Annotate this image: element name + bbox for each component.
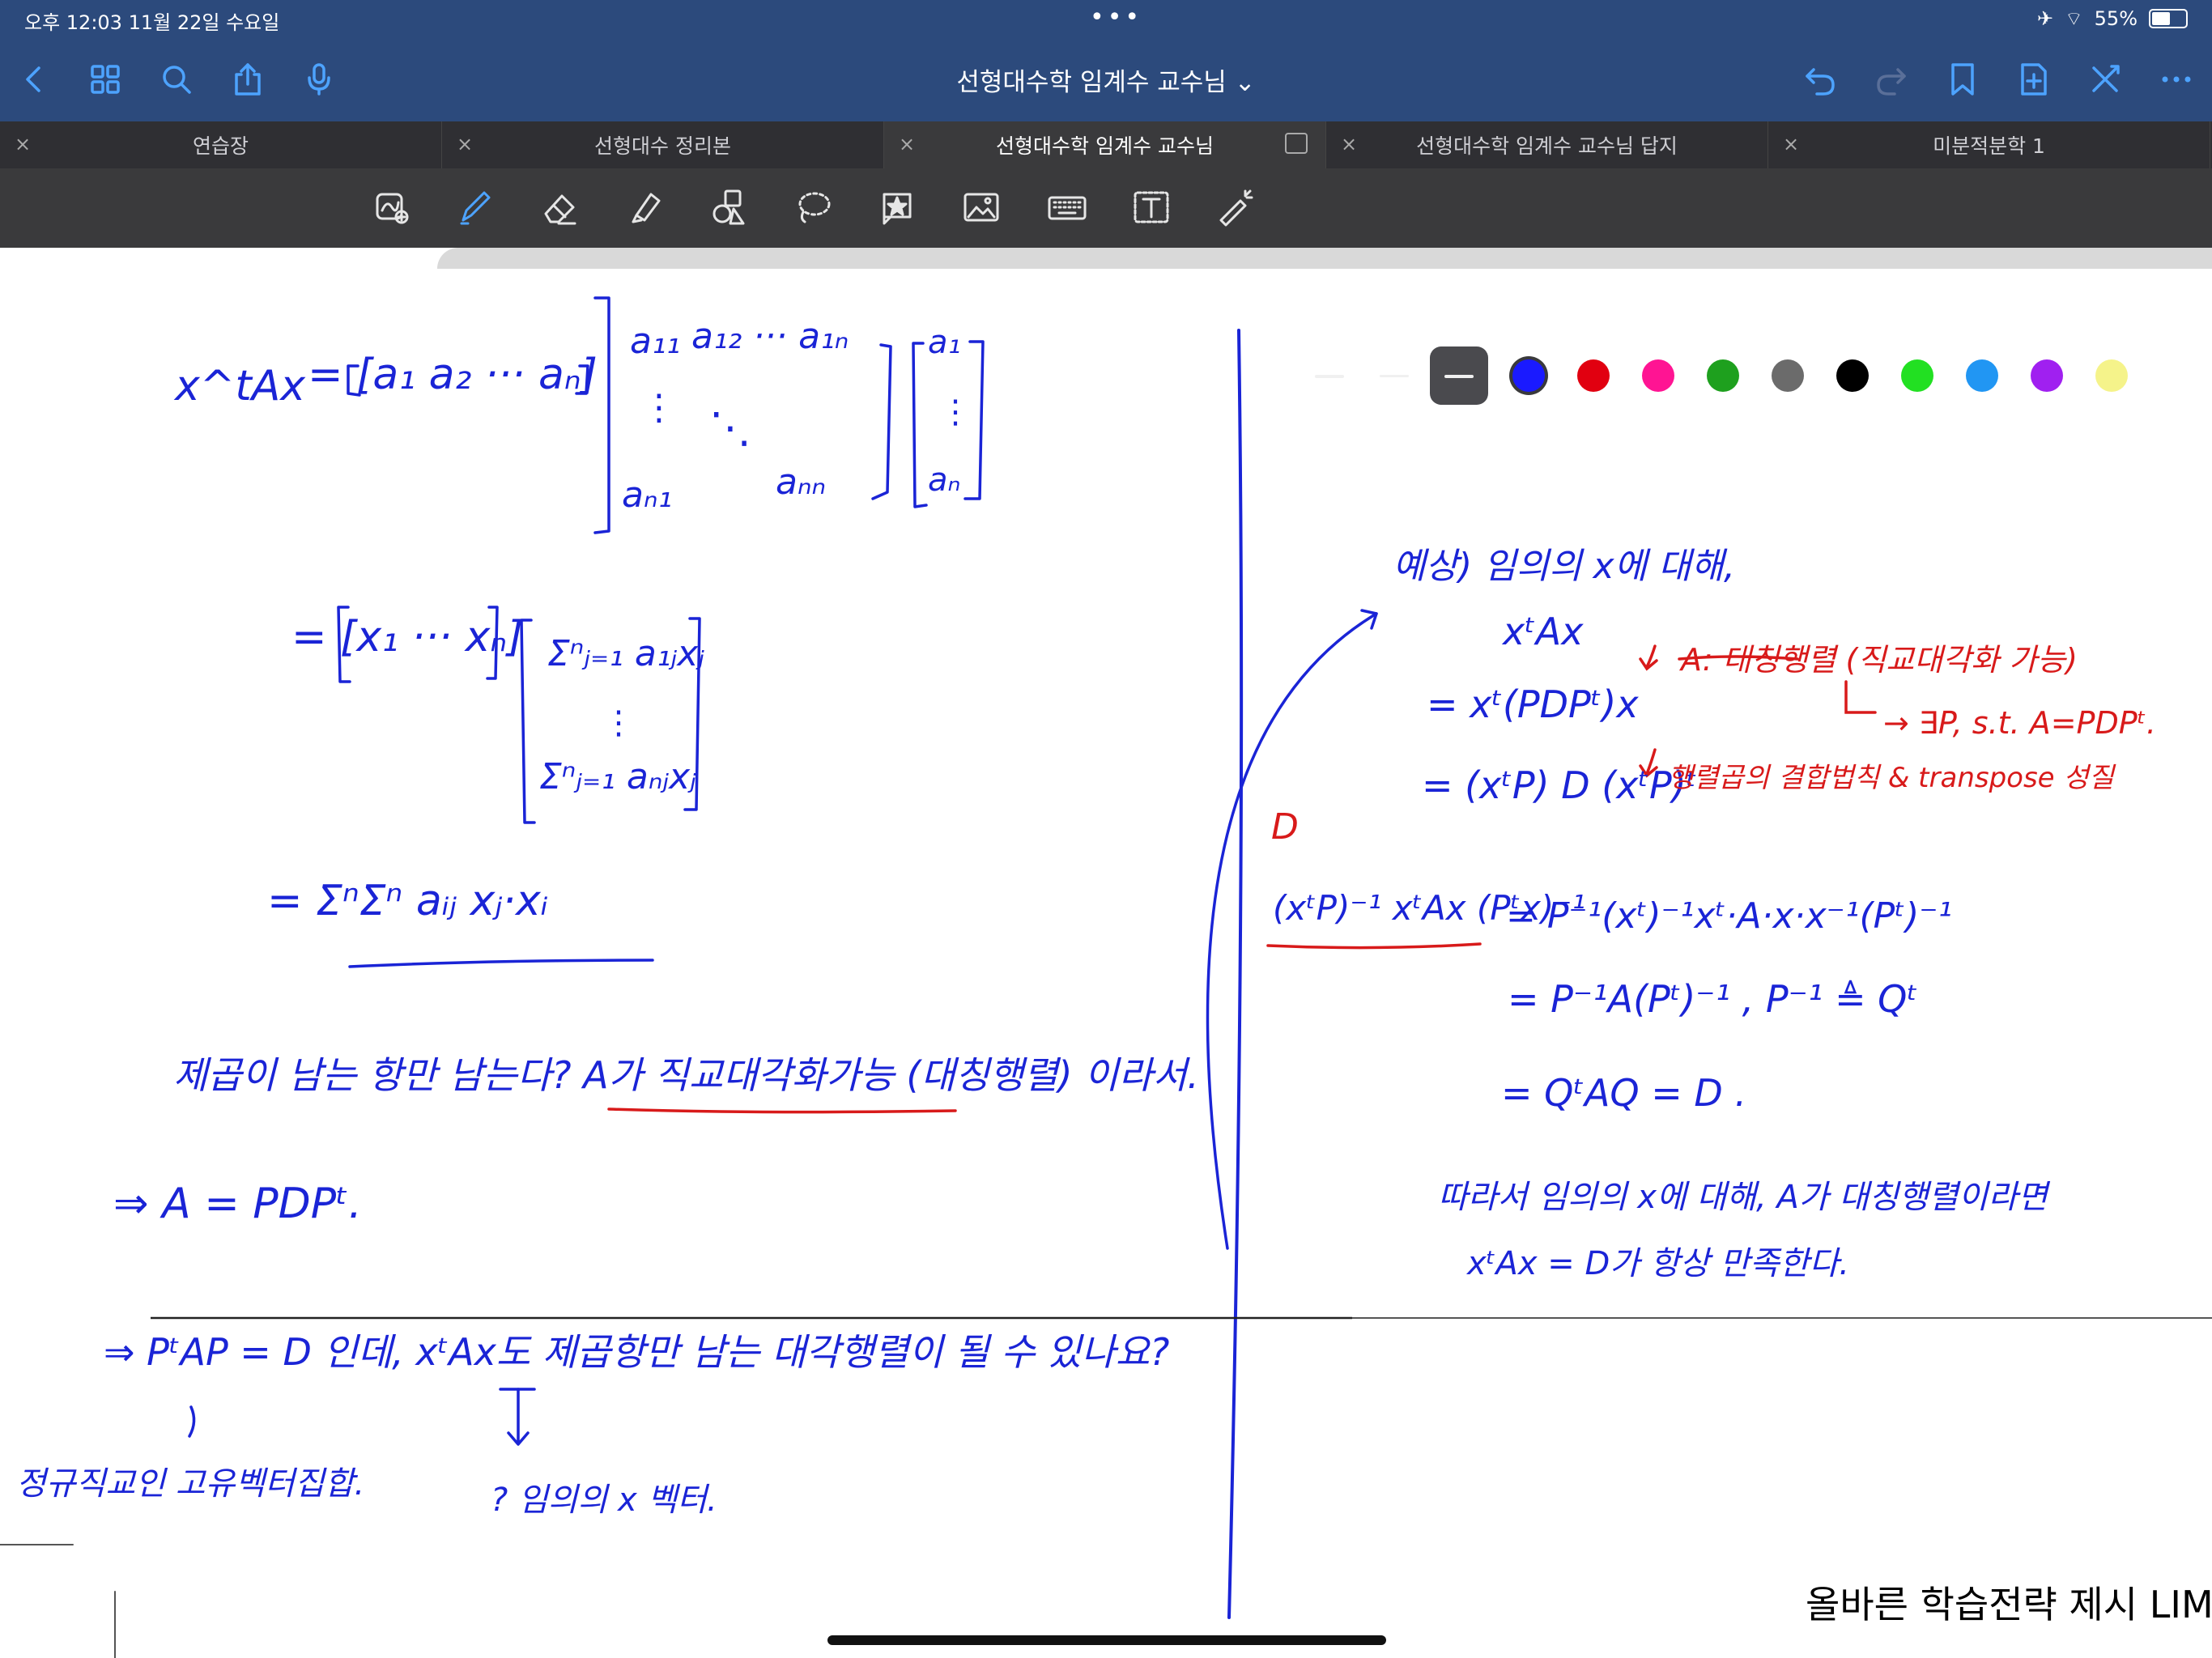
red-note-associative: 행렬곱의 결합법칙 & transpose 성질 [1668,762,2116,794]
matrix-bracket [871,343,892,500]
matrix-ann: aₙₙ [776,461,826,503]
image-tool-icon[interactable] [957,183,1006,232]
matrix-an1: aₙ₁ [622,474,672,516]
tab-close-icon[interactable]: × [1341,133,1357,155]
right-line2: = xᵗ(PDPᵗ)x [1427,682,1639,726]
eraser-tool-icon[interactable] [536,183,585,232]
red-underline [607,1107,957,1114]
wifi-icon: ⌔ [2065,7,2083,30]
tab-close-icon[interactable]: × [1783,133,1799,155]
shapes-tool-icon[interactable] [704,183,753,232]
shape-recognition-icon[interactable] [368,183,416,232]
status-bar: 오후 12:03 11월 22일 수요일 ••• ✈ ⌔ 55% [0,0,2212,37]
eq2-top-sum: Σⁿⱼ₌₁ a₁ⱼxⱼ [547,633,704,674]
app-chrome: 오후 12:03 11월 22일 수요일 ••• ✈ ⌔ 55% 선형대수학 임… [0,0,2212,405]
battery-icon [2149,9,2188,28]
status-right: ✈ ⌔ 55% [2037,6,2188,31]
laser-pointer-icon[interactable] [1211,183,1260,232]
keyboard-tool-icon[interactable] [1043,183,1091,232]
matrix-a12: a₁₂ ··· a₁ₙ [691,316,849,357]
right-conclusion-1: 따라서 임의의 x에 대해, A가 대칭행렬이라면 [1438,1179,2051,1216]
red-arrow [1844,680,1877,714]
right-line5: = P⁻¹A(Pᵗ)⁻¹ , P⁻¹ ≜ Qᵗ [1508,977,1918,1021]
airplane-icon: ✈ [2036,7,2054,30]
multitask-dots[interactable]: ••• [1090,3,1142,32]
right-line3: = (xᵗP) D (xᵗP)ᵗ [1422,763,1697,807]
home-indicator[interactable] [827,1635,1386,1645]
vector-a1: a₁ [928,324,961,361]
tab-linear-answers[interactable]: × 선형대수학 임계수 교수님 답지 [1326,121,1768,168]
vector-bracket [912,342,928,508]
eq1-lhs: x^tAx [173,362,306,410]
split-view-icon[interactable] [1285,133,1308,154]
elements-tool-icon[interactable] [873,183,921,232]
right-line6: = QᵗAQ = D . [1501,1071,1746,1115]
divider-stroke [1227,329,1244,1619]
matrix-a11: a₁₁ [630,321,680,362]
eq1-row-vector: = [a₁ a₂ ··· aₙ] [308,351,598,399]
eq2-bottom-sum: Σⁿⱼ₌₁ aₙⱼxⱼ [539,756,696,797]
lasso-tool-icon[interactable] [789,183,837,232]
tab-calculus[interactable]: × 미분적분학 1 [1768,121,2210,168]
text-box-tool-icon[interactable] [1127,183,1176,232]
underline [348,959,654,968]
tab-close-icon[interactable]: × [899,133,915,155]
undo-icon[interactable] [1797,57,1843,102]
more-icon[interactable] [2154,57,2199,102]
vector-an: aₙ [928,461,960,499]
curved-arrow [1206,612,1378,1250]
vector-vdots: ⋮ [939,393,972,431]
bottom-left-note: 정규직교인 고유벡터집합. [16,1465,364,1503]
red-arrow [1639,644,1658,671]
bookmark-icon[interactable] [1940,57,1985,102]
close-editing-icon[interactable] [2082,57,2128,102]
bottom-question: ⇒ PᵗAP = D 인데, xᵗAx도 제곱항만 남는 대각행렬이 될 수 있… [104,1330,1169,1374]
printed-slogan: 올바른 학습전략 제시 LIM [1806,1583,2212,1626]
notebook-page[interactable]: x^tAx = [a₁ a₂ ··· aₙ] a₁₁ a₁₂ ··· a₁ₙ ⋮… [0,248,2212,1658]
red-d-label: D [1271,806,1299,848]
navigation-bar: 선형대수학 임계수 교수님 ⌄ [0,37,2212,121]
red-note-symmetric: A: 대칭행렬 (직교대각화 가능) [1678,642,2078,678]
redo-icon[interactable] [1869,57,1914,102]
right-conclusion-2: xᵗAx = D가 항상 만족한다. [1465,1245,1849,1282]
right-heading: 예상) 임의의 x에 대해, [1393,546,1735,587]
bottom-mid-note: ? 임의의 x 벡터. [491,1482,717,1519]
add-page-icon[interactable] [2011,57,2057,102]
red-note-exists-p: → ∃P, s.t. A=PDPᵗ. [1883,705,2156,741]
red-underline [1266,942,1482,950]
tab-close-icon[interactable]: × [457,133,473,155]
eq2-row-vector: = [x₁ ··· xₙ] [291,613,523,661]
eq3-double-sum: = ΣⁿΣⁿ aᵢⱼ xⱼ·xᵢ [267,877,548,925]
battery-percent: 55% [2094,7,2138,30]
status-time: 오후 12:03 11월 22일 수요일 [24,11,280,34]
pointer-arrow [507,1388,530,1446]
tab-practice[interactable]: × 연습장 [0,121,442,168]
right-line4-rhs: = P⁻¹(xᵗ)⁻¹xᵗ·A·x·x⁻¹(Pᵗ)⁻¹ [1506,895,1952,937]
matrix-ddots: ⋱ [709,404,751,453]
document-tabs: × 연습장 × 선형대수 정리본 × 선형대수학 임계수 교수님 × 선형대수학 임계수… [0,121,2212,168]
right-xtax: xᵗAx [1501,610,1584,653]
conclusion-a-pdpt: ⇒ A = PDPᵗ. [113,1180,362,1228]
question-line: 제곱이 남는 항만 남는다? A가 직교대각화가능 (대칭행렬) 이라서. [173,1053,1199,1097]
eq2-vdots: ⋮ [602,704,635,742]
tab-close-icon[interactable]: × [15,133,31,155]
tab-linear-lecture[interactable]: × 선형대수학 임계수 교수님 [884,121,1326,168]
pointer-arrow [188,1405,196,1438]
matrix-bracket [593,296,610,534]
pen-tool-icon[interactable] [450,183,499,232]
matrix-vdots: ⋮ [641,387,677,428]
drawing-toolbar [0,168,2212,405]
handwritten-notes: x^tAx = [a₁ a₂ ··· aₙ] a₁₁ a₁₂ ··· a₁ₙ ⋮… [0,296,2212,1658]
highlighter-tool-icon[interactable] [622,183,670,232]
tab-linear-summary[interactable]: × 선형대수 정리본 [442,121,884,168]
